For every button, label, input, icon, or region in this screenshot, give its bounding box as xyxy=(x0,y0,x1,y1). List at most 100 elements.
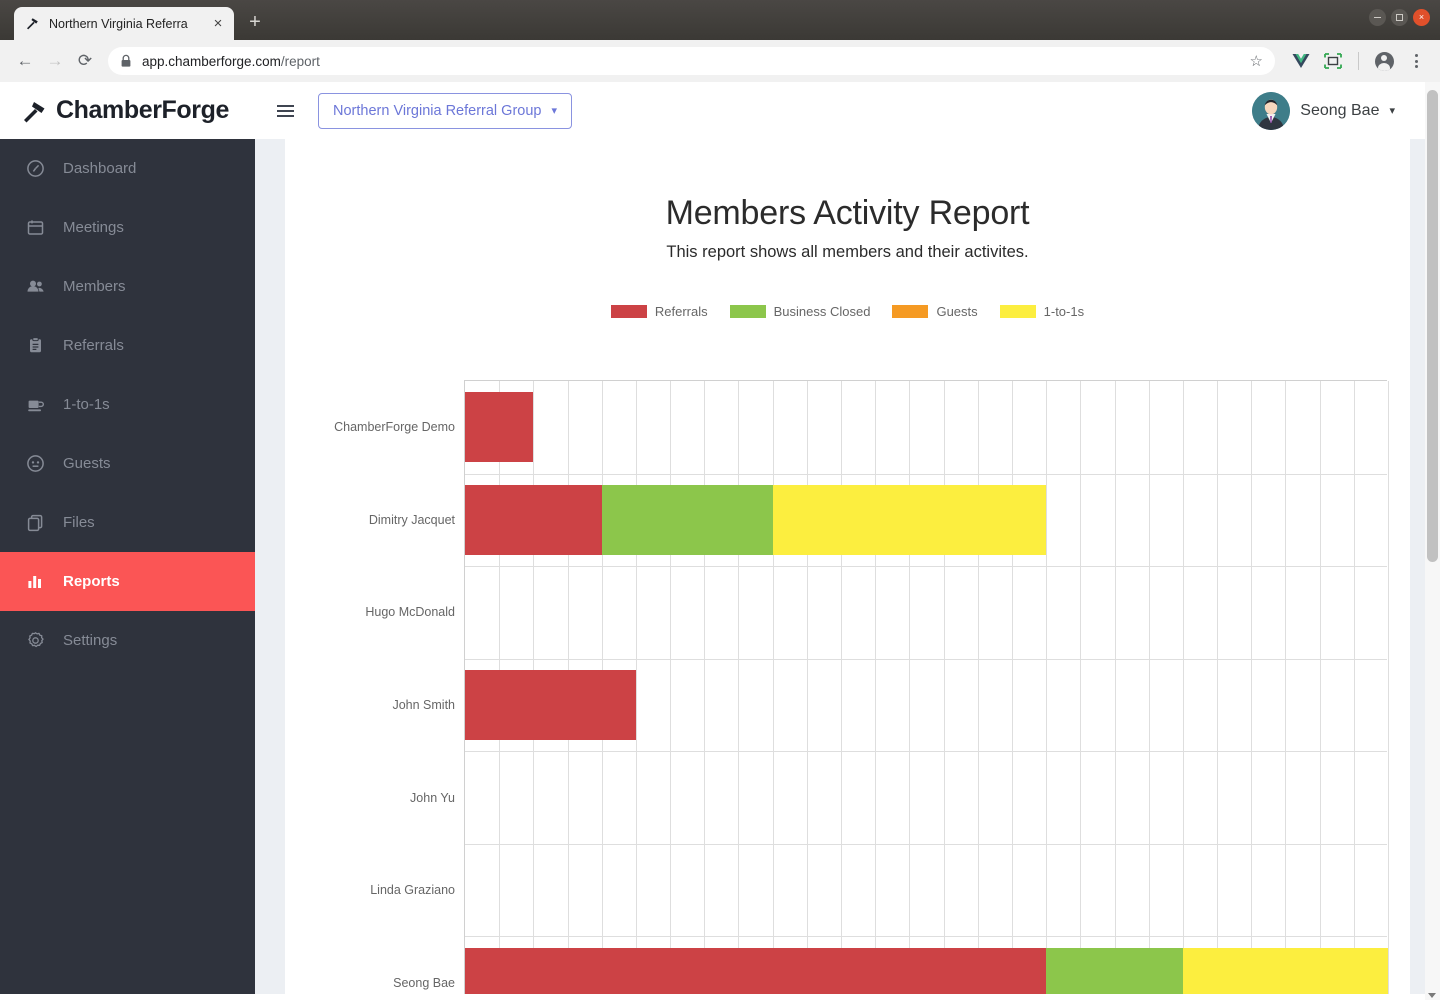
sidebar-item-referrals[interactable]: Referrals xyxy=(0,316,255,375)
sidebar: Dashboard Meetings Members Referrals xyxy=(0,139,255,1000)
extension-icons xyxy=(1283,47,1430,75)
chart-bar-segment[interactable] xyxy=(1183,948,1388,1000)
sidebar-item-label: Dashboard xyxy=(63,160,136,177)
reload-button[interactable]: ⟳ xyxy=(70,46,100,76)
window-controls: × xyxy=(1369,9,1430,26)
sidebar-item-reports[interactable]: Reports xyxy=(0,552,255,611)
face-icon xyxy=(26,454,45,473)
legend-item[interactable]: Business Closed xyxy=(730,304,871,319)
members-activity-chart: ChamberForge DemoDimitry JacquetHugo McD… xyxy=(464,380,1387,1000)
sidebar-item-label: Files xyxy=(63,514,95,531)
chart-bar-segment[interactable] xyxy=(602,485,773,555)
vue-devtools-icon[interactable] xyxy=(1287,47,1315,75)
people-icon xyxy=(26,277,45,296)
hammer-icon xyxy=(24,15,41,32)
browser-tab[interactable]: Northern Virginia Referra × xyxy=(14,7,234,40)
chart-category-label: Seong Bae xyxy=(393,976,455,990)
legend-swatch xyxy=(611,305,647,318)
screenshot-icon[interactable] xyxy=(1319,47,1347,75)
address-bar[interactable]: app.chamberforge.com/report ☆ xyxy=(108,47,1275,75)
gear-icon xyxy=(26,631,45,650)
kebab-menu-icon[interactable] xyxy=(1402,47,1430,75)
chart-bar-segment[interactable] xyxy=(773,485,1046,555)
chart-category-label: John Smith xyxy=(392,698,455,712)
close-window-button[interactable]: × xyxy=(1413,9,1430,26)
coffee-cup-icon xyxy=(26,395,45,414)
new-tab-button[interactable]: + xyxy=(240,8,270,38)
back-button[interactable]: ← xyxy=(10,46,40,76)
chart-bar-segment[interactable] xyxy=(465,485,602,555)
chart-gridline-horizontal xyxy=(465,566,1387,567)
forward-button: → xyxy=(40,46,70,76)
lock-icon xyxy=(120,54,132,68)
bar-chart-icon xyxy=(26,572,45,591)
sidebar-item-label: Members xyxy=(63,278,126,295)
url-path: /report xyxy=(281,54,320,69)
url-domain: app.chamberforge.com xyxy=(142,54,281,69)
bookmark-star-icon[interactable]: ☆ xyxy=(1250,52,1263,70)
scroll-down-arrow-icon[interactable] xyxy=(1428,993,1436,998)
copy-files-icon xyxy=(26,513,45,532)
content-area: Members Activity Report This report show… xyxy=(255,139,1425,1000)
sidebar-item-label: Reports xyxy=(63,573,120,590)
legend-item[interactable]: Guests xyxy=(892,304,977,319)
sidebar-item-dashboard[interactable]: Dashboard xyxy=(0,139,255,198)
chevron-down-icon: ▾ xyxy=(1389,104,1395,117)
chart-category-label: ChamberForge Demo xyxy=(334,420,455,434)
speedometer-icon xyxy=(26,159,45,178)
legend-item[interactable]: 1-to-1s xyxy=(1000,304,1084,319)
browser-titlebar: Northern Virginia Referra × + × xyxy=(0,0,1440,40)
brand-name: ChamberForge xyxy=(56,96,229,125)
chart-category-label: Linda Graziano xyxy=(370,883,455,897)
minimize-button[interactable] xyxy=(1369,9,1386,26)
chart-gridline-vertical xyxy=(1388,381,1389,1000)
legend-label: 1-to-1s xyxy=(1044,304,1084,319)
legend-item[interactable]: Referrals xyxy=(611,304,708,319)
group-selector[interactable]: Northern Virginia Referral Group ▾ xyxy=(318,93,572,129)
chart-bar-segment[interactable] xyxy=(1046,948,1183,1000)
legend-label: Guests xyxy=(936,304,977,319)
chart-bar-segment[interactable] xyxy=(465,392,533,462)
sidebar-item-settings[interactable]: Settings xyxy=(0,611,255,670)
tab-title: Northern Virginia Referra xyxy=(49,17,210,31)
page-scrollbar[interactable] xyxy=(1425,82,1440,1000)
app-header: ChamberForge Northern Virginia Referral … xyxy=(0,82,1425,139)
legend-label: Business Closed xyxy=(774,304,871,319)
sidebar-item-label: Referrals xyxy=(63,337,124,354)
chevron-down-icon: ▾ xyxy=(551,104,557,117)
browser-profile-button[interactable] xyxy=(1370,47,1398,75)
close-icon[interactable]: × xyxy=(210,16,226,31)
legend-swatch xyxy=(730,305,766,318)
chart-gridline-horizontal xyxy=(465,844,1387,845)
clipboard-icon xyxy=(26,336,45,355)
maximize-button[interactable] xyxy=(1391,9,1408,26)
url-text: app.chamberforge.com/report xyxy=(142,54,1250,69)
report-card: Members Activity Report This report show… xyxy=(285,139,1410,1000)
sidebar-item-guests[interactable]: Guests xyxy=(0,434,255,493)
chart-bar-segment[interactable] xyxy=(465,670,636,740)
tab-strip: Northern Virginia Referra × + xyxy=(0,0,270,40)
avatar xyxy=(1252,92,1290,130)
chart-gridline-horizontal xyxy=(465,659,1387,660)
sidebar-item-1-to-1s[interactable]: 1-to-1s xyxy=(0,375,255,434)
calendar-icon xyxy=(26,218,45,237)
brand-logo[interactable]: ChamberForge xyxy=(0,82,255,139)
chart-gridline-horizontal xyxy=(465,936,1387,937)
browser-toolbar: ← → ⟳ app.chamberforge.com/report ☆ xyxy=(0,40,1440,82)
legend-swatch xyxy=(892,305,928,318)
chart-plot-area: ChamberForge DemoDimitry JacquetHugo McD… xyxy=(464,380,1387,1000)
sidebar-item-meetings[interactable]: Meetings xyxy=(0,198,255,257)
chart-bar-segment[interactable] xyxy=(465,948,1046,1000)
hammer-icon xyxy=(22,99,48,123)
user-menu[interactable]: Seong Bae ▾ xyxy=(1252,92,1395,130)
browser-window: Northern Virginia Referra × + × ← → ⟳ ap… xyxy=(0,0,1440,1000)
group-selector-value: Northern Virginia Referral Group xyxy=(333,103,541,119)
sidebar-item-members[interactable]: Members xyxy=(0,257,255,316)
sidebar-item-label: 1-to-1s xyxy=(63,396,110,413)
sidebar-item-files[interactable]: Files xyxy=(0,493,255,552)
legend-swatch xyxy=(1000,305,1036,318)
legend-label: Referrals xyxy=(655,304,708,319)
scrollbar-thumb[interactable] xyxy=(1427,90,1438,562)
menu-icon[interactable] xyxy=(277,105,294,117)
chart-category-label: John Yu xyxy=(410,791,455,805)
